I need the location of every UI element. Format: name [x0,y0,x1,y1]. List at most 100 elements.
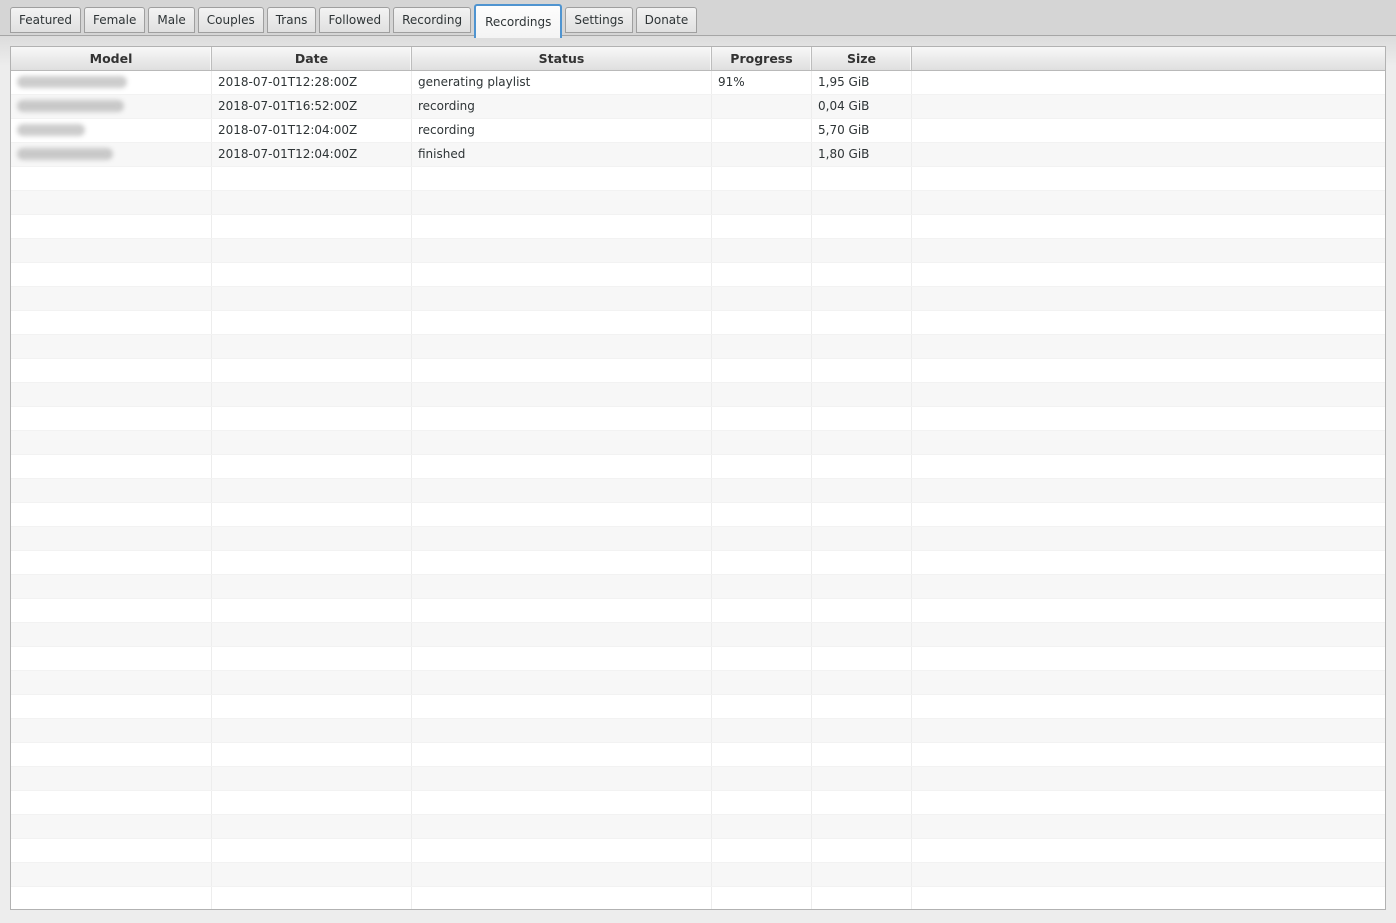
cell-progress [712,215,812,238]
cell-date [212,743,412,766]
tab-male[interactable]: Male [148,7,195,33]
cell-model [11,623,212,646]
table-row-empty[interactable] [11,335,1385,359]
table-row[interactable]: 2018-07-01T12:28:00Z generating playlist 9… [11,71,1385,95]
table-row-empty[interactable] [11,839,1385,863]
column-header-filler[interactable] [912,47,1385,70]
cell-model [11,167,212,190]
table-row-empty[interactable] [11,599,1385,623]
cell-status [412,479,712,502]
tab-trans[interactable]: Trans [266,7,317,33]
table-row-empty[interactable] [11,287,1385,311]
cell-date [212,407,412,430]
table-row-empty[interactable] [11,623,1385,647]
table-row-empty[interactable] [11,479,1385,503]
table-row-empty[interactable] [11,791,1385,815]
cell-model [11,287,212,310]
table-row-empty[interactable] [11,191,1385,215]
cell-size [812,791,912,814]
cell-size [812,743,912,766]
tab-female[interactable]: Female [83,7,146,33]
cell-progress [712,455,812,478]
table-body[interactable]: 2018-07-01T12:28:00Z generating playlist 9… [11,71,1385,909]
table-row-empty[interactable] [11,863,1385,887]
table-row[interactable]: 2018-07-01T12:04:00Z recording 5,70 GiB [11,119,1385,143]
cell-filler [912,863,1385,886]
table-row-empty[interactable] [11,671,1385,695]
cell-size [812,263,912,286]
table-row-empty[interactable] [11,359,1385,383]
notebook-page: Model Date Status Progress Size 2018-07-01T1… [0,36,1396,923]
cell-progress [712,167,812,190]
table-row[interactable]: 2018-07-01T16:52:00Z recording 0,04 GiB [11,95,1385,119]
cell-size: 0,04 GiB [812,95,912,118]
tab-couples[interactable]: Couples [197,7,264,33]
table-row-empty[interactable] [11,503,1385,527]
table-row-empty[interactable] [11,431,1385,455]
cell-progress [712,383,812,406]
cell-model [11,431,212,454]
table-row-empty[interactable] [11,743,1385,767]
tab-donate[interactable]: Donate [635,7,698,33]
table-row-empty[interactable] [11,551,1385,575]
table-row-empty[interactable] [11,695,1385,719]
column-header-date[interactable]: Date [212,47,412,70]
cell-filler [912,719,1385,742]
cell-filler [912,551,1385,574]
table-row-empty[interactable] [11,311,1385,335]
cell-status [412,503,712,526]
cell-status [412,887,712,909]
table-row-empty[interactable] [11,383,1385,407]
table-row-empty[interactable] [11,887,1385,909]
cell-date [212,311,412,334]
tab-featured[interactable]: Featured [10,7,81,33]
column-header-status[interactable]: Status [412,47,712,70]
cell-size [812,359,912,382]
table-row-empty[interactable] [11,215,1385,239]
model-name-redacted [17,100,124,112]
table-row-empty[interactable] [11,767,1385,791]
cell-size [812,671,912,694]
table-row-empty[interactable] [11,407,1385,431]
cell-model [11,95,212,118]
cell-status [412,863,712,886]
table-row-empty[interactable] [11,719,1385,743]
table-header: Model Date Status Progress Size [11,47,1385,71]
table-row[interactable]: 2018-07-01T12:04:00Z finished 1,80 GiB [11,143,1385,167]
cell-size [812,623,912,646]
table-row-empty[interactable] [11,239,1385,263]
cell-date [212,335,412,358]
cell-date [212,383,412,406]
cell-filler [912,71,1385,94]
cell-date [212,503,412,526]
cell-filler [912,839,1385,862]
cell-date [212,479,412,502]
column-header-progress[interactable]: Progress [712,47,812,70]
table-row-empty[interactable] [11,575,1385,599]
cell-progress [712,407,812,430]
cell-size [812,503,912,526]
table-row-empty[interactable] [11,815,1385,839]
app-window: Featured Female Male Couples Trans Followed Re… [0,0,1396,923]
table-row-empty[interactable] [11,647,1385,671]
cell-progress [712,119,812,142]
column-header-size[interactable]: Size [812,47,912,70]
cell-date [212,191,412,214]
table-row-empty[interactable] [11,527,1385,551]
tab-recordings[interactable]: Recordings [474,4,563,38]
cell-progress [712,239,812,262]
table-row-empty[interactable] [11,455,1385,479]
cell-status [412,455,712,478]
tab-followed[interactable]: Followed [319,7,391,33]
column-header-model[interactable]: Model [11,47,212,70]
tab-recording[interactable]: Recording [393,7,472,33]
cell-model [11,119,212,142]
cell-size [812,407,912,430]
cell-progress [712,839,812,862]
table-row-empty[interactable] [11,167,1385,191]
cell-progress [712,359,812,382]
tab-settings[interactable]: Settings [565,7,633,33]
cell-filler [912,815,1385,838]
table-row-empty[interactable] [11,263,1385,287]
cell-size [812,215,912,238]
